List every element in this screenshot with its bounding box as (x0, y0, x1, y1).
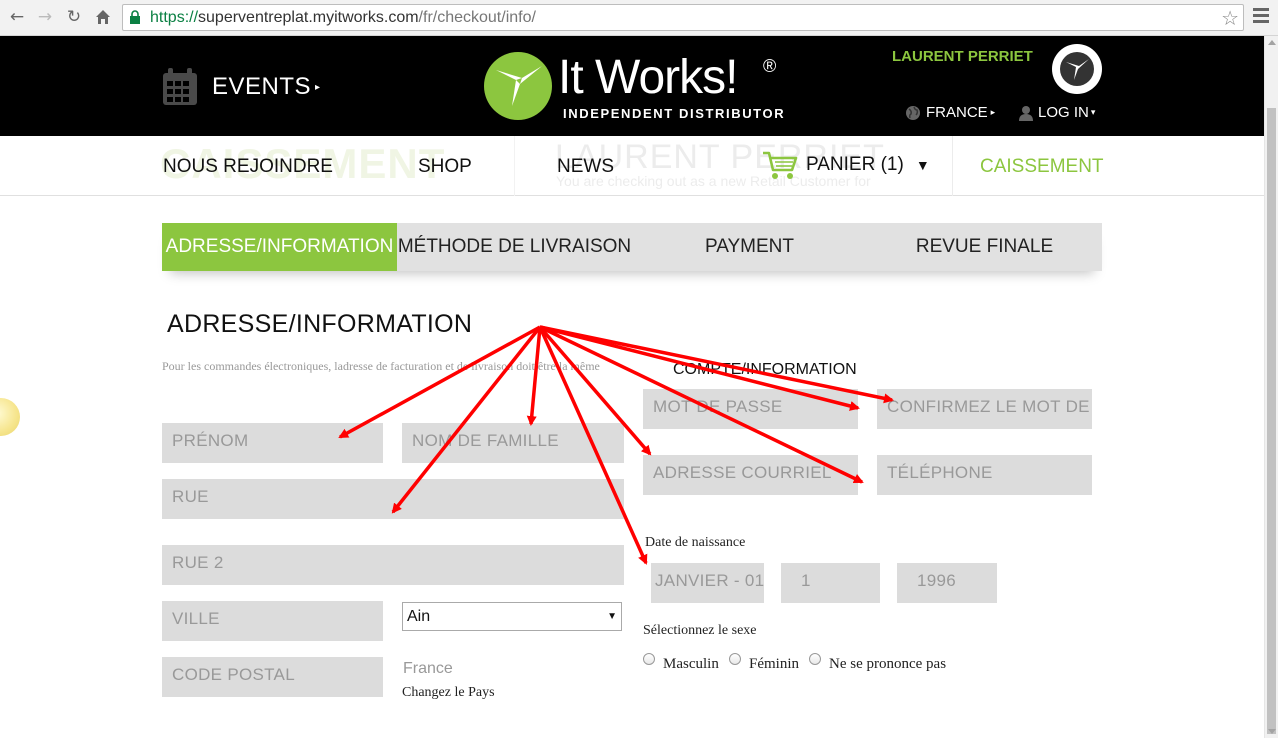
calendar-icon (163, 68, 197, 105)
star-icon[interactable]: ☆ (1221, 6, 1239, 30)
main-nav: CAISSEMENT LAURENT PERRIET You are check… (0, 136, 1264, 196)
logo-mark-icon (484, 52, 552, 120)
forward-icon[interactable]: → (34, 6, 56, 28)
address-bar[interactable]: https://superventreplat.myitworks.com/fr… (122, 4, 1244, 31)
reload-icon[interactable]: ↻ (63, 6, 85, 28)
help-bubble[interactable] (0, 398, 20, 436)
nav-checkout[interactable]: CAISSEMENT (980, 156, 1104, 178)
arrow-to-first-name (338, 325, 541, 439)
events-label: EVENTS (212, 73, 312, 100)
back-icon[interactable]: ← (6, 6, 28, 28)
caret-down-icon: ▾ (1090, 107, 1096, 117)
user-icon (1019, 105, 1033, 121)
state-value: Ain (407, 608, 431, 625)
country-value: France (403, 660, 453, 677)
form-note: Pour les commandes électroniques, ladres… (162, 359, 600, 373)
logo-subtitle: INDEPENDENT DISTRIBUTOR (563, 106, 786, 121)
state-select[interactable]: Ain ▼ (402, 602, 622, 631)
distributor-name: LAURENT PERRIET (892, 48, 1033, 65)
dob-day-select[interactable]: 1 (781, 563, 880, 603)
city-field[interactable]: VILLE (162, 601, 383, 641)
nav-cart[interactable]: PANIER (1) ▼ (762, 150, 930, 180)
cart-icon (763, 151, 798, 179)
last-name-field[interactable]: NOM DE FAMILLE (402, 423, 624, 463)
arrow-to-last-name (526, 326, 542, 426)
distributor-avatar (1052, 44, 1102, 94)
lock-icon (130, 10, 140, 24)
login-label: LOG IN (1038, 104, 1089, 121)
nav-divider (514, 136, 515, 196)
logo-text: It Works! (558, 51, 738, 104)
step-review[interactable]: REVUE FINALE (867, 223, 1102, 271)
street-field[interactable]: RUE (162, 479, 624, 519)
gender-female-radio[interactable] (729, 653, 741, 665)
dob-year-select[interactable]: 1996 (897, 563, 997, 603)
url-text: https://superventreplat.myitworks.com/fr… (150, 9, 536, 26)
scroll-down-icon[interactable] (1268, 729, 1276, 734)
caret-right-icon: ▸ (315, 81, 321, 93)
globe-icon (906, 105, 920, 120)
nav-shop[interactable]: SHOP (418, 156, 472, 178)
nav-news[interactable]: NEWS (557, 156, 614, 178)
gender-male-label: Masculin (663, 656, 719, 672)
password-field[interactable]: MOT DE PASSE (643, 389, 858, 429)
caret-down-icon: ▼ (607, 611, 617, 622)
country-label: FRANCE (926, 104, 988, 121)
step-address[interactable]: ADRESSE/INFORMATION (162, 223, 397, 271)
itworks-logo[interactable]: It Works! ® INDEPENDENT DISTRIBUTOR (478, 42, 788, 132)
page-scrollbar[interactable] (1264, 36, 1278, 738)
browser-toolbar: ← → ↻ https://superventreplat.myitworks.… (0, 0, 1278, 36)
scrollbar-thumb[interactable] (1267, 108, 1276, 734)
home-icon[interactable] (92, 6, 114, 28)
confirm-password-field[interactable]: CONFIRMEZ LE MOT DE (877, 389, 1092, 429)
gender-unspecified-label: Ne se prononce pas (829, 656, 947, 672)
country-selector[interactable]: FRANCE ▸ (905, 104, 995, 121)
login-menu[interactable]: LOG IN ▾ (1018, 104, 1095, 121)
caret-right-icon: ▸ (990, 107, 996, 117)
nav-divider (952, 136, 953, 196)
scroll-up-icon[interactable] (1268, 40, 1276, 45)
form-title: ADRESSE/INFORMATION (167, 310, 473, 338)
site-header: EVENTS ▸ It Works! ® INDEPENDENT DISTRIB… (0, 36, 1264, 136)
hamburger-icon[interactable] (1253, 8, 1269, 26)
gender-male-radio[interactable] (643, 653, 655, 665)
dob-label: Date de naissance (645, 535, 746, 550)
street2-field[interactable]: RUE 2 (162, 545, 624, 585)
logo-registered: ® (763, 56, 777, 76)
cart-label: PANIER (1) (806, 154, 904, 175)
account-title: COMPTE/INFORMATION (673, 361, 857, 378)
dob-month-select[interactable]: JANVIER - 01 (651, 563, 764, 603)
checkout-steps: ADRESSE/INFORMATION MÉTHODE DE LIVRAISON… (162, 223, 1102, 271)
gender-label: Sélectionnez le sexe (643, 623, 757, 638)
caret-down-icon: ▼ (915, 157, 930, 173)
change-country-link[interactable]: Changez le Pays (402, 685, 495, 701)
email-field[interactable]: ADRESSE COURRIEL (643, 455, 858, 495)
gender-unspecified-radio[interactable] (809, 653, 821, 665)
step-payment[interactable]: PAYMENT (632, 223, 867, 271)
step-shipping[interactable]: MÉTHODE DE LIVRAISON (397, 223, 632, 271)
postal-code-field[interactable]: CODE POSTAL (162, 657, 383, 697)
phone-field[interactable]: TÉLÉPHONE (877, 455, 1092, 495)
nav-join[interactable]: NOUS REJOINDRE (163, 156, 333, 178)
events-menu[interactable]: EVENTS ▸ (162, 68, 320, 106)
first-name-field[interactable]: PRÉNOM (162, 423, 383, 463)
gender-female-label: Féminin (749, 656, 800, 672)
